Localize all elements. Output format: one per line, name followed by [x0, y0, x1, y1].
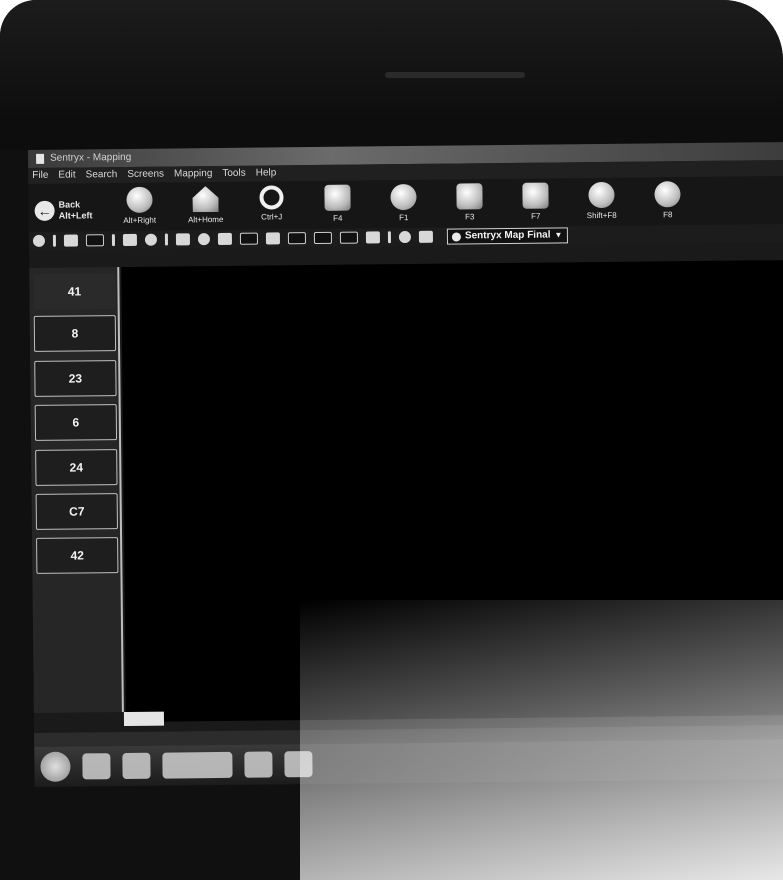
- map-layer-select[interactable]: Sentryx Map Final ▼: [446, 227, 568, 245]
- back-label: Back: [58, 199, 81, 210]
- target-icon[interactable]: [313, 231, 332, 245]
- camera-icon: [522, 182, 549, 209]
- toolbar-button-f8[interactable]: F8: [634, 177, 700, 226]
- zone-button[interactable]: 41: [33, 273, 116, 310]
- toolbar-button-f1[interactable]: F1: [370, 180, 436, 229]
- zone-button[interactable]: 24: [35, 449, 118, 486]
- binoculars-icon[interactable]: [63, 234, 79, 247]
- forward-button[interactable]: Alt+Right: [106, 182, 172, 231]
- start-button-icon[interactable]: [40, 751, 71, 782]
- pointer-icon[interactable]: [175, 233, 191, 246]
- user-icon[interactable]: [32, 234, 46, 247]
- laptop-bezel: Sentryx - Mapping File Edit Search Scree…: [0, 0, 783, 880]
- circle-tool-icon[interactable]: [144, 233, 158, 246]
- back-button[interactable]: ← Back Alt+Left: [34, 183, 106, 232]
- toolbar-button-f7[interactable]: F7: [502, 178, 568, 227]
- image-icon[interactable]: [287, 232, 307, 245]
- shape-icon[interactable]: [197, 233, 211, 246]
- printer-icon: [456, 183, 483, 210]
- taskbar-app-icon[interactable]: [244, 751, 273, 778]
- chevron-down-icon: ▼: [554, 230, 563, 240]
- menu-tools[interactable]: Tools: [222, 166, 246, 182]
- screen-glare: [300, 600, 783, 880]
- marker-icon[interactable]: [339, 231, 358, 244]
- f8-shortcut: F8: [662, 210, 673, 220]
- app-icon: [36, 153, 45, 164]
- menu-screens[interactable]: Screens: [127, 167, 164, 183]
- main-toolbar: ← Back Alt+Left Alt+Right Alt+Home Ctrl+…: [28, 176, 783, 232]
- forward-shortcut: Alt+Right: [123, 215, 157, 226]
- webcam: [385, 72, 525, 78]
- zone-button[interactable]: 6: [34, 404, 118, 441]
- zone-panel: 41 8 23 6 24 C7 42: [29, 267, 124, 713]
- f1-shortcut: F1: [399, 213, 409, 223]
- home-shortcut: Alt+Home: [188, 214, 224, 225]
- toolbar-button-f4[interactable]: F4: [304, 180, 370, 229]
- pin-icon[interactable]: [122, 233, 138, 247]
- f4-shortcut: F4: [333, 213, 343, 223]
- zone-button[interactable]: 42: [36, 537, 119, 574]
- print-shortcut: F3: [465, 212, 475, 222]
- taskbar-app-icon[interactable]: [162, 751, 233, 779]
- taskbar-app-icon[interactable]: [82, 753, 111, 780]
- home-button[interactable]: Alt+Home: [172, 182, 238, 231]
- panel-icon[interactable]: [217, 232, 233, 246]
- box-icon[interactable]: [239, 232, 259, 245]
- search-shortcut: Ctrl+J: [261, 212, 283, 222]
- document-icon: [324, 184, 351, 211]
- menu-mapping[interactable]: Mapping: [174, 166, 213, 182]
- zone-button[interactable]: C7: [35, 493, 118, 530]
- panel-tab[interactable]: [123, 711, 165, 727]
- grid-icon[interactable]: [265, 232, 281, 245]
- search-button[interactable]: Ctrl+J: [238, 181, 304, 230]
- back-shortcut: Alt+Left: [58, 210, 93, 221]
- search-icon: [259, 185, 284, 210]
- rectangle-tool-icon[interactable]: [85, 234, 105, 247]
- toolbar-button-shift-f8[interactable]: Shift+F8: [568, 178, 634, 227]
- forward-arrow-icon: [126, 186, 153, 213]
- separator: [387, 231, 391, 244]
- zone-button[interactable]: 8: [33, 315, 117, 352]
- pen-icon[interactable]: [365, 231, 380, 244]
- window-title: Sentryx - Mapping: [50, 151, 132, 164]
- bulb-icon: [390, 183, 417, 211]
- shift-f8-shortcut: Shift+F8: [586, 210, 617, 221]
- separator: [164, 233, 169, 246]
- menu-edit[interactable]: Edit: [58, 168, 75, 184]
- menu-file[interactable]: File: [32, 168, 48, 184]
- map-icon: [451, 231, 461, 242]
- taskbar-app-icon[interactable]: [122, 752, 151, 780]
- separator: [52, 234, 57, 247]
- f7-shortcut: F7: [531, 211, 541, 221]
- zone-button[interactable]: 23: [34, 360, 117, 397]
- info-icon[interactable]: [398, 230, 411, 244]
- menu-search[interactable]: Search: [86, 167, 118, 183]
- menu-help[interactable]: Help: [256, 165, 277, 181]
- headset-icon: [654, 181, 681, 208]
- globe-icon: [588, 181, 615, 209]
- line-tool-icon[interactable]: [111, 234, 116, 247]
- folder-icon[interactable]: [418, 230, 433, 243]
- back-arrow-icon: ←: [34, 200, 55, 221]
- home-icon: [192, 186, 218, 212]
- map-layer-value: Sentryx Map Final: [464, 229, 551, 242]
- print-button[interactable]: F3: [436, 179, 502, 228]
